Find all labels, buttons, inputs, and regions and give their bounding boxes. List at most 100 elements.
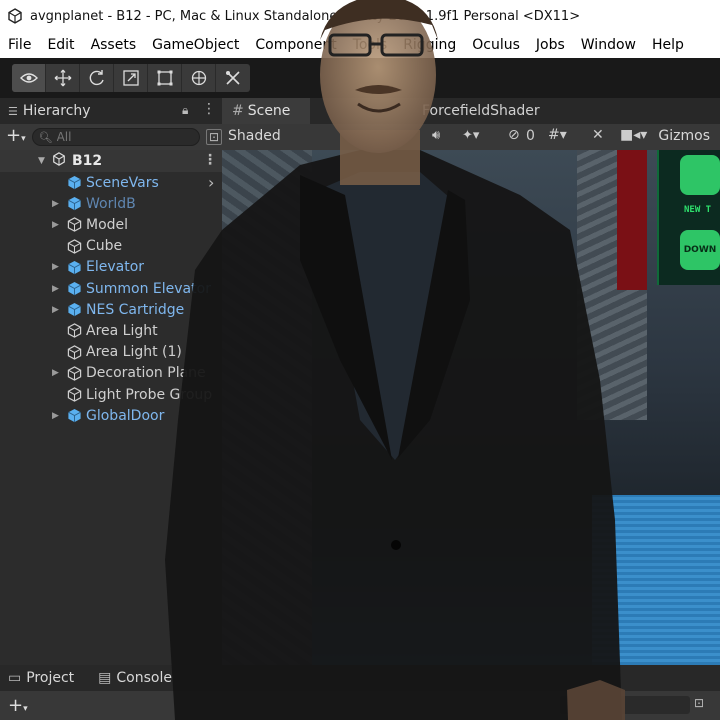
menu-gameobject[interactable]: GameObject bbox=[144, 32, 247, 58]
hierarchy-item-label: Summon Elevator bbox=[86, 280, 211, 297]
prefab-cube-icon bbox=[66, 259, 82, 275]
transform-icon bbox=[191, 70, 206, 86]
expand-arrow-icon[interactable]: ▶ bbox=[52, 368, 64, 378]
tab-project[interactable]: ▭ Project bbox=[8, 670, 74, 686]
menu-file[interactable]: File bbox=[0, 32, 39, 58]
prefab-cube-icon bbox=[66, 281, 82, 297]
project-search-box[interactable] bbox=[560, 696, 690, 714]
filter-icon[interactable]: ⊡ bbox=[205, 129, 222, 145]
expand-arrow-icon[interactable]: ▶ bbox=[52, 305, 64, 315]
scene-tab-bar: # Scene ForcefieldShader bbox=[222, 98, 720, 124]
hierarchy-item[interactable]: ▶ Decoration Plane bbox=[0, 363, 222, 384]
hierarchy-tab-label: Hierarchy bbox=[22, 103, 91, 119]
gameobject-cube-icon bbox=[66, 365, 82, 381]
lock-icon[interactable]: 🔒︎ bbox=[182, 103, 188, 118]
grid-icon[interactable]: #▾ bbox=[548, 127, 567, 143]
hierarchy-item-label: Model bbox=[86, 216, 129, 233]
menu-assets[interactable]: Assets bbox=[83, 32, 145, 58]
expand-arrow-icon[interactable]: ▶ bbox=[52, 262, 64, 272]
scene-root-row[interactable]: ▼ B12 ⋮ bbox=[0, 150, 222, 172]
hierarchy-search[interactable]: 🔍︎ bbox=[31, 128, 200, 146]
menu-edit[interactable]: Edit bbox=[39, 32, 82, 58]
expand-arrow-icon[interactable]: ▶ bbox=[52, 284, 64, 294]
window-title: avgnplanet - B12 - PC, Mac & Linux Stand… bbox=[30, 8, 581, 24]
rect-tool-button[interactable] bbox=[148, 64, 182, 92]
menu-rigging[interactable]: Rigging bbox=[395, 32, 464, 58]
add-object-button[interactable]: +▾ bbox=[6, 126, 26, 148]
view-tool-button[interactable] bbox=[12, 64, 46, 92]
tab-console[interactable]: ▤ Console bbox=[98, 670, 172, 686]
hierarchy-item[interactable]: ▶ Model bbox=[0, 214, 222, 235]
menu-oculus[interactable]: Oculus bbox=[464, 32, 528, 58]
camera-icon[interactable]: ■◂▾ bbox=[620, 127, 647, 143]
hierarchy-item[interactable]: ▶Area Light (1) bbox=[0, 342, 222, 363]
custom-tool-button[interactable] bbox=[216, 64, 250, 92]
menu-help[interactable]: Help bbox=[644, 32, 692, 58]
hierarchy-item[interactable]: ▶ WorldB bbox=[0, 193, 222, 214]
transform-tool-button[interactable] bbox=[182, 64, 216, 92]
scene-monitor-text: NEW T bbox=[684, 205, 712, 215]
expand-arrow-icon[interactable]: ▶ bbox=[52, 220, 64, 230]
hierarchy-toolbar: +▾ 🔍︎ ⊡ bbox=[0, 124, 222, 150]
visibility-icon[interactable]: ⊘ bbox=[508, 127, 520, 143]
hierarchy-item[interactable]: ▶ Summon Elevator bbox=[0, 278, 222, 299]
scene-red-pillar bbox=[617, 150, 647, 290]
shading-mode-dropdown[interactable]: Shaded bbox=[228, 128, 281, 144]
hash-icon: # bbox=[232, 103, 244, 119]
scene-menu-icon[interactable]: ⋮ bbox=[203, 152, 217, 168]
expand-arrow-icon[interactable]: ▶ bbox=[52, 199, 64, 209]
menu-tools[interactable]: Tools bbox=[345, 32, 396, 58]
console-tab-label: Console bbox=[116, 670, 172, 686]
rotate-tool-button[interactable] bbox=[80, 64, 114, 92]
hierarchy-item[interactable]: ▶Cube bbox=[0, 236, 222, 257]
prefab-cube-icon bbox=[66, 196, 82, 212]
kebab-menu-icon[interactable]: ⋮ bbox=[202, 101, 216, 117]
tab-forcefield-shader[interactable]: ForcefieldShader bbox=[422, 98, 540, 124]
hierarchy-item[interactable]: ▶Area Light bbox=[0, 320, 222, 341]
scene-monitor-button-down: DOWN bbox=[680, 230, 720, 270]
hierarchy-item[interactable]: ▶ Elevator bbox=[0, 257, 222, 278]
project-tab-label: Project bbox=[26, 670, 75, 686]
menu-window[interactable]: Window bbox=[573, 32, 644, 58]
gameobject-cube-icon bbox=[66, 217, 82, 233]
hierarchy-item-label: Light Probe Group bbox=[86, 386, 213, 403]
hierarchy-search-input[interactable] bbox=[56, 130, 177, 144]
scene-viewport[interactable]: NEW T DOWN bbox=[222, 150, 720, 665]
menu-jobs[interactable]: Jobs bbox=[528, 32, 573, 58]
gameobject-cube-icon bbox=[66, 238, 82, 254]
eye-icon bbox=[19, 73, 38, 83]
scale-icon bbox=[122, 70, 139, 86]
move-icon bbox=[54, 69, 71, 87]
hierarchy-item-label: GlobalDoor bbox=[86, 407, 165, 424]
hierarchy-item-label: Area Light bbox=[86, 322, 158, 339]
tab-scene[interactable]: # Scene bbox=[222, 98, 310, 124]
rotate-icon bbox=[89, 70, 104, 86]
scene-tab-label: Scene bbox=[247, 103, 291, 119]
hierarchy-item[interactable]: ▶ GlobalDoor bbox=[0, 405, 222, 426]
hierarchy-item[interactable]: ▶ NES Cartridge bbox=[0, 299, 222, 320]
hierarchy-item-label: WorldB bbox=[86, 195, 136, 212]
hierarchy-item[interactable]: ▶Light Probe Group bbox=[0, 384, 222, 405]
move-tool-button[interactable] bbox=[46, 64, 80, 92]
expand-arrow-icon[interactable]: ▶ bbox=[52, 411, 64, 421]
audio-icon[interactable]: 🔊︎ bbox=[432, 128, 440, 143]
create-asset-button[interactable]: +▾ bbox=[8, 695, 28, 716]
main-toolbar bbox=[0, 58, 720, 150]
scale-tool-button[interactable] bbox=[114, 64, 148, 92]
hierarchy-item-label: Elevator bbox=[86, 259, 145, 276]
custom-tool-icon bbox=[226, 71, 240, 85]
hierarchy-item[interactable]: ▶SceneVars› bbox=[0, 172, 222, 193]
tools-icon[interactable]: ✕ bbox=[592, 127, 604, 143]
effects-icon[interactable]: ✦▾ bbox=[462, 128, 479, 143]
prefab-cube-icon bbox=[66, 408, 82, 424]
menu-component[interactable]: Component bbox=[247, 32, 344, 58]
gizmos-dropdown[interactable]: Gizmos bbox=[658, 128, 710, 144]
scene-water-floor bbox=[592, 495, 720, 665]
tab-hierarchy[interactable]: ☰ Hierarchy bbox=[8, 103, 91, 119]
search-icon: 🔍︎ bbox=[38, 130, 53, 144]
chevron-right-icon[interactable]: › bbox=[208, 173, 214, 192]
unity-scene-icon bbox=[52, 152, 66, 170]
scene-monitor-button-top bbox=[680, 155, 720, 195]
hierarchy-item-label: Cube bbox=[86, 238, 123, 255]
project-filter-icon[interactable]: ⊡ bbox=[694, 696, 704, 710]
